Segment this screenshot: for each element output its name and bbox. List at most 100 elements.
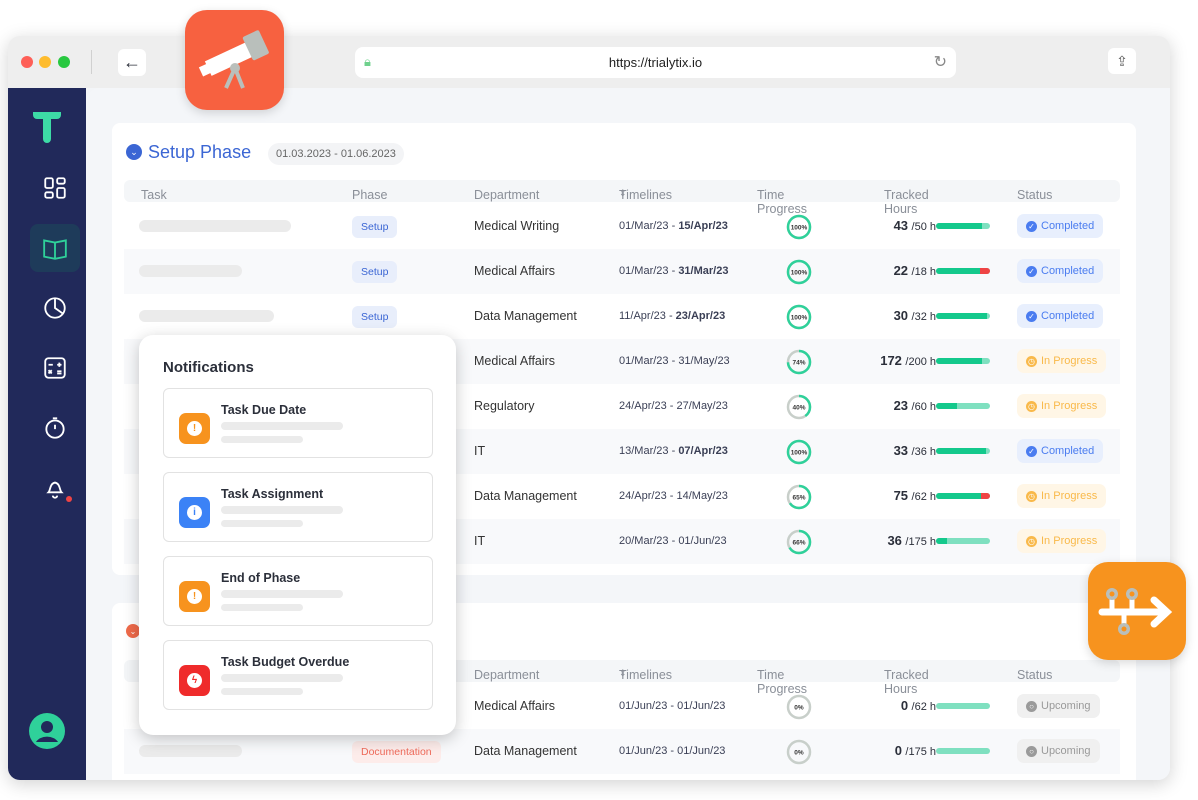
status-badge: ✓ Completed bbox=[1017, 259, 1104, 283]
column-label: Status bbox=[1017, 668, 1053, 682]
notification-item[interactable]: ! End of Phase bbox=[163, 556, 433, 626]
timeline: 01/Jun/23 - 01/Jun/23 bbox=[619, 700, 726, 712]
chevron-down-icon[interactable]: ⌄ bbox=[126, 144, 142, 160]
bar-fill bbox=[936, 448, 986, 454]
end-date: 31/Mar/23 bbox=[678, 265, 729, 277]
budget-value: /62 h bbox=[911, 701, 936, 713]
status-label: In Progress bbox=[1041, 400, 1098, 412]
sort-icon[interactable]: ⇕ bbox=[619, 188, 627, 199]
tracked-hours: 75 /62 h bbox=[894, 488, 936, 503]
sidebar-item-open-book[interactable] bbox=[30, 224, 80, 272]
svg-text:0%: 0% bbox=[794, 750, 804, 757]
time-progress-ring: 100% bbox=[786, 259, 812, 285]
back-button[interactable]: ← bbox=[118, 49, 146, 76]
text-placeholder bbox=[221, 422, 343, 430]
notification-badge bbox=[66, 496, 72, 502]
status-icon: ✓ bbox=[1026, 445, 1037, 457]
tracked-hours-bar bbox=[936, 703, 990, 709]
status-badge: ✓ Completed bbox=[1017, 439, 1104, 463]
tracked-hours: 33 /36 h bbox=[894, 443, 936, 458]
tracked-value: 43 bbox=[893, 218, 909, 233]
timeline: 13/Mar/23 - 07/Apr/23 bbox=[619, 445, 728, 457]
department: IT bbox=[474, 534, 486, 548]
bar-fill bbox=[936, 358, 983, 364]
status-label: In Progress bbox=[1041, 490, 1098, 502]
user-avatar-icon[interactable] bbox=[28, 712, 66, 750]
status-badge: ◷ In Progress bbox=[1017, 349, 1107, 373]
start-date: 01/Jun/23 bbox=[619, 700, 668, 712]
phase-badge: Setup bbox=[352, 261, 398, 283]
minimize-window-button[interactable] bbox=[39, 56, 51, 68]
sidebar-item-dashboard-grid[interactable] bbox=[30, 164, 80, 212]
status-icon: ◷ bbox=[1026, 400, 1037, 412]
task-name-placeholder bbox=[139, 745, 242, 757]
open-book-icon bbox=[43, 239, 67, 260]
department: Data Management bbox=[474, 489, 577, 503]
table-row[interactable]: Setup Data Management 11/Apr/23 - 23/Apr… bbox=[124, 294, 1120, 339]
tracked-value: 23 bbox=[893, 398, 909, 413]
table-row[interactable]: Setup Medical Affairs 01/Mar/23 - 31/Mar… bbox=[124, 249, 1120, 294]
status-badge: ◷ In Progress bbox=[1017, 394, 1107, 418]
telescope-app-icon bbox=[185, 10, 284, 110]
budget-value: /175 h bbox=[905, 536, 936, 548]
sidebar bbox=[8, 88, 86, 780]
end-date: 27/May/23 bbox=[676, 400, 728, 412]
department: Medical Affairs bbox=[474, 699, 556, 713]
start-date: 01/Jun/23 bbox=[619, 745, 668, 757]
time-progress-ring: 74% bbox=[786, 349, 812, 375]
sidebar-item-calculator[interactable] bbox=[30, 344, 80, 392]
table-row[interactable]: Setup Medical Writing 01/Mar/23 - 15/Apr… bbox=[124, 204, 1120, 249]
start-date: 24/Apr/23 bbox=[619, 490, 667, 502]
timeline: 24/Apr/23 - 14/May/23 bbox=[619, 490, 728, 502]
tracked-hours-bar bbox=[936, 223, 990, 229]
maximize-window-button[interactable] bbox=[58, 56, 70, 68]
time-progress-ring: 0% bbox=[786, 739, 812, 765]
close-window-button[interactable] bbox=[21, 56, 33, 68]
notification-item[interactable]: ϟ Task Budget Overdue bbox=[163, 640, 433, 710]
status-icon: ○ bbox=[1026, 745, 1037, 757]
calculator-icon bbox=[44, 357, 66, 379]
share-button[interactable]: ⇪ bbox=[1108, 48, 1136, 74]
notification-item[interactable]: ! Task Due Date bbox=[163, 388, 433, 458]
column-label: Timelines bbox=[619, 668, 673, 682]
reload-icon[interactable]: ↻ bbox=[934, 52, 947, 72]
bar-fill bbox=[936, 493, 981, 499]
timeline: 20/Mar/23 - 01/Jun/23 bbox=[619, 535, 727, 547]
department: Data Management bbox=[474, 309, 577, 323]
notification-item[interactable]: i Task Assignment bbox=[163, 472, 433, 542]
sidebar-item-bell[interactable] bbox=[30, 464, 80, 512]
column-label: Department bbox=[474, 668, 540, 682]
svg-text:74%: 74% bbox=[792, 360, 805, 367]
start-date: 01/Mar/23 bbox=[619, 265, 669, 277]
bar-fill bbox=[936, 268, 981, 274]
svg-text:0%: 0% bbox=[794, 705, 804, 712]
tracked-value: 0 bbox=[894, 743, 902, 758]
timeline: 01/Mar/23 - 31/Mar/23 bbox=[619, 265, 729, 277]
budget-value: /18 h bbox=[911, 266, 936, 278]
tracked-hours-bar bbox=[936, 493, 990, 499]
phase-badge: Setup bbox=[352, 306, 398, 328]
sort-icon[interactable]: ⇕ bbox=[619, 668, 627, 679]
svg-text:40%: 40% bbox=[792, 405, 805, 412]
trialytix-logo-icon bbox=[33, 112, 61, 143]
sidebar-item-stopwatch[interactable] bbox=[30, 404, 80, 452]
chevron-down-icon[interactable]: ⌄ bbox=[126, 624, 140, 638]
share-icon: ⇪ bbox=[1116, 52, 1128, 69]
svg-text:100%: 100% bbox=[791, 225, 808, 232]
status-label: Completed bbox=[1041, 265, 1095, 277]
column-label: Status bbox=[1017, 188, 1053, 202]
address-bar[interactable]: 🔒︎ https://trialytix.io ↻ bbox=[355, 47, 956, 78]
time-progress-ring: 100% bbox=[786, 214, 812, 240]
start-date: 11/Apr/23 bbox=[619, 310, 666, 322]
time-progress-ring: 100% bbox=[786, 304, 812, 330]
tracked-hours: 0 /62 h bbox=[901, 698, 936, 713]
budget-value: /60 h bbox=[911, 401, 936, 413]
task-name-placeholder bbox=[139, 265, 242, 277]
tracked-value: 30 bbox=[893, 308, 909, 323]
table-row[interactable]: Documentation Data Management 01/Jun/23 … bbox=[124, 729, 1120, 774]
tracked-value: 36 bbox=[887, 533, 902, 548]
status-label: Completed bbox=[1041, 445, 1095, 457]
icon-glyph: ! bbox=[187, 589, 202, 604]
sidebar-item-pie-chart[interactable] bbox=[30, 284, 80, 332]
icon-glyph: i bbox=[187, 505, 202, 520]
